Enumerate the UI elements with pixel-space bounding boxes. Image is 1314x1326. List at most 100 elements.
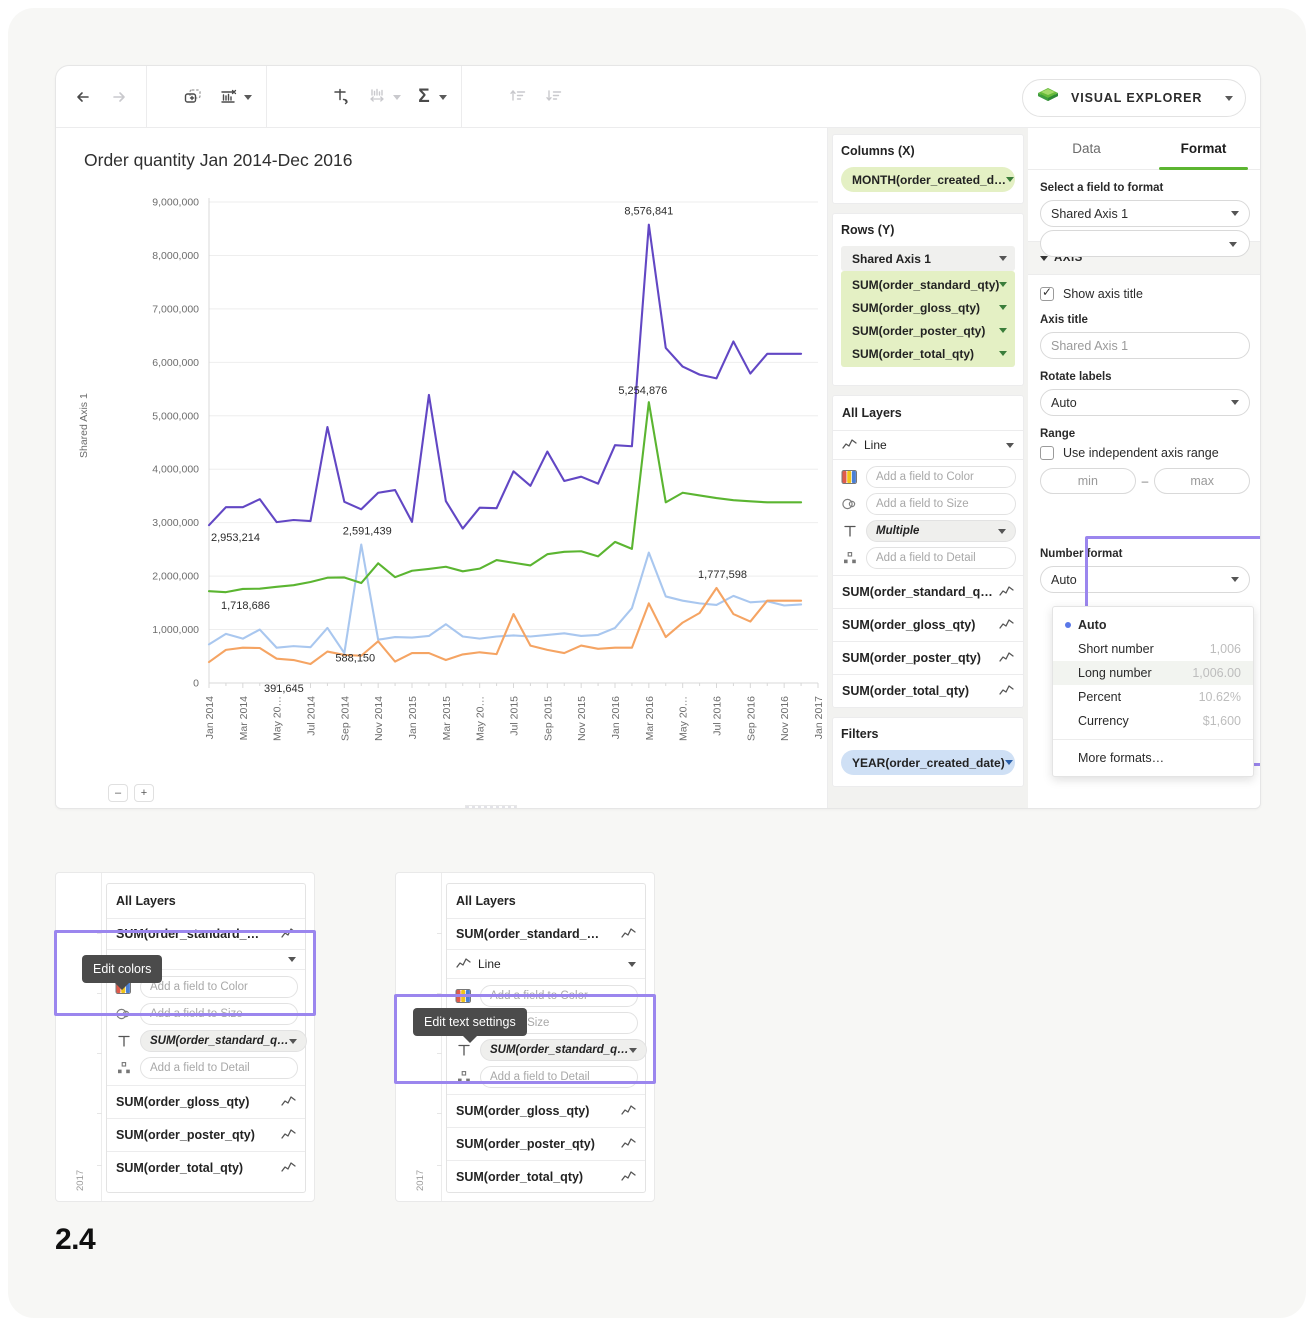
encoding-field-field[interactable]: Add a field to Color (480, 985, 638, 1007)
chevron-down-icon[interactable] (289, 1039, 297, 1044)
detail-squares-icon[interactable] (114, 1058, 134, 1078)
toolbar-group-layers (166, 66, 267, 128)
chevron-down-icon[interactable] (1005, 760, 1013, 765)
size-circles-icon[interactable] (840, 494, 860, 514)
rows-field-pill[interactable]: SUM(order_gloss_qty) (841, 296, 1015, 319)
brand-chevron-down-icon[interactable] (1225, 96, 1233, 101)
tab-format[interactable]: Format (1145, 128, 1261, 169)
chevron-down-icon[interactable] (999, 351, 1007, 356)
layer-item[interactable]: SUM(order_gloss_qty) (447, 1095, 645, 1128)
rows-field-pill[interactable]: SUM(order_poster_qty) (841, 319, 1015, 342)
svg-text:391,645: 391,645 (264, 683, 304, 695)
zoom-out-button[interactable]: – (108, 784, 128, 802)
layer-item[interactable]: SUM(order_poster_qty) (107, 1119, 305, 1152)
rows-field-pill[interactable]: SUM(order_total_qty) (841, 342, 1015, 365)
encoding-field-field[interactable]: SUM(order_standard_q… (480, 1039, 647, 1061)
horizontal-scrollbar[interactable] (465, 805, 517, 809)
remove-chart-chevron-down-icon[interactable] (244, 95, 252, 100)
mark-type-selector[interactable]: Line (833, 431, 1023, 460)
layer-item[interactable]: SUM(order_total_qty) (833, 675, 1023, 707)
svg-text:0: 0 (193, 678, 199, 690)
layer-item[interactable]: SUM(order_poster_qty) (833, 642, 1023, 675)
independent-range-checkbox[interactable]: Use independent axis range (1040, 446, 1250, 460)
menu-item-auto[interactable]: Auto (1053, 613, 1253, 637)
encoding-field-field[interactable]: Add a field to Color (140, 976, 298, 998)
chevron-down-icon[interactable] (998, 529, 1006, 534)
text-T-icon[interactable] (114, 1031, 134, 1051)
chevron-down-icon[interactable] (999, 256, 1007, 261)
chevron-down-icon[interactable] (999, 282, 1007, 287)
chevron-down-icon[interactable] (288, 957, 296, 962)
detail-squares-icon[interactable] (840, 548, 860, 568)
encoding-field-field[interactable]: Add a field to Detail (480, 1066, 638, 1088)
chevron-down-icon[interactable] (999, 305, 1007, 310)
menu-item-percent[interactable]: Percent10.62% (1053, 685, 1253, 709)
encoding-field-text[interactable]: Multiple (866, 520, 1016, 542)
svg-text:Nov 2014: Nov 2014 (373, 696, 385, 741)
distribute-chevron-down-icon[interactable] (393, 95, 401, 100)
chevron-down-icon[interactable] (1231, 577, 1239, 582)
sort-descending-icon[interactable] (538, 80, 572, 114)
forward-button[interactable] (102, 80, 136, 114)
range-max-input[interactable]: max (1154, 468, 1250, 494)
chevron-down-icon[interactable] (1006, 443, 1014, 448)
encoding-field-field[interactable]: SUM(order_standard_q… (140, 1030, 307, 1052)
encoding-field-detail[interactable]: Add a field to Detail (866, 547, 1016, 569)
chevron-down-icon[interactable] (1006, 177, 1014, 182)
chevron-down-icon[interactable] (628, 962, 636, 967)
sort-ascending-icon[interactable] (502, 80, 536, 114)
rows-field-pill[interactable]: SUM(order_standard_qty) (841, 273, 1015, 296)
text-T-icon[interactable] (454, 1040, 474, 1060)
detail-squares-icon[interactable] (454, 1067, 474, 1087)
brand-chip[interactable]: VISUAL EXPLORER (1022, 79, 1246, 117)
axis-title-input[interactable]: Shared Axis 1 (1040, 332, 1250, 359)
color-palette-icon[interactable] (454, 986, 474, 1006)
number-format-dropdown[interactable]: Auto (1040, 566, 1250, 593)
layer-item[interactable]: SUM(order_poster_qty) (447, 1128, 645, 1161)
chevron-down-icon[interactable] (629, 1048, 637, 1053)
swap-axes-icon[interactable] (325, 80, 359, 114)
layer-item[interactable]: SUM(order_gloss_qty) (107, 1086, 305, 1119)
menu-item-long-number[interactable]: Long number1,006.00 (1053, 661, 1253, 685)
back-button[interactable] (66, 80, 100, 114)
callout-left-layer-row[interactable]: SUM(order_standard_… (107, 919, 305, 950)
filter-field-pill[interactable]: YEAR(order_created_date) (841, 750, 1015, 775)
encoding-field-field[interactable]: Add a field to Detail (140, 1057, 298, 1079)
chevron-down-icon[interactable] (1231, 400, 1239, 405)
layer-item[interactable]: SUM(order_gloss_qty) (833, 609, 1023, 642)
layer-item[interactable]: SUM(order_standard_q… (833, 576, 1023, 609)
zoom-in-button[interactable]: + (134, 784, 154, 802)
select-field-dropdown[interactable]: Shared Axis 1 (1040, 200, 1250, 227)
number-format-label: Number format (1040, 548, 1250, 560)
remove-chart-icon[interactable] (212, 80, 246, 114)
chevron-down-icon[interactable] (999, 328, 1007, 333)
show-axis-title-checkbox[interactable]: Show axis title (1040, 287, 1250, 301)
background-dropdown[interactable] (1040, 230, 1250, 257)
svg-text:Jan 2016: Jan 2016 (610, 696, 622, 739)
chevron-down-icon[interactable] (1229, 242, 1237, 247)
rotate-labels-dropdown[interactable]: Auto (1040, 389, 1250, 416)
encoding-field-color[interactable]: Add a field to Color (866, 466, 1016, 488)
aggregate-chevron-down-icon[interactable] (439, 95, 447, 100)
tab-data[interactable]: Data (1028, 128, 1145, 169)
distribute-icon[interactable] (361, 80, 395, 114)
sigma-icon[interactable]: Σ (407, 80, 441, 114)
color-palette-icon[interactable] (840, 467, 860, 487)
columns-field-pill[interactable]: MONTH(order_created_d… (841, 167, 1015, 192)
chevron-down-icon[interactable] (1231, 211, 1239, 216)
encoding-field-field[interactable]: Add a field to Size (140, 1003, 298, 1025)
range-min-input[interactable]: min (1040, 468, 1136, 494)
layer-item[interactable]: SUM(order_total_qty) (447, 1161, 645, 1193)
add-layer-icon[interactable] (176, 80, 210, 114)
menu-item-more-formats[interactable]: More formats… (1053, 746, 1253, 770)
text-T-icon[interactable] (840, 521, 860, 541)
layer-item[interactable]: SUM(order_total_qty) (107, 1152, 305, 1184)
shared-axis-pill[interactable]: Shared Axis 1 (841, 246, 1015, 271)
menu-item-example: 10.62% (1199, 690, 1241, 704)
size-circles-icon[interactable] (114, 1004, 134, 1024)
menu-item-short-number[interactable]: Short number1,006 (1053, 637, 1253, 661)
menu-item-currency[interactable]: Currency$1,600 (1053, 709, 1253, 733)
callout-right-layer-row[interactable]: SUM(order_standard_… (447, 919, 645, 950)
callout-right-mark-selector[interactable]: Line (447, 950, 645, 979)
encoding-field-size[interactable]: Add a field to Size (866, 493, 1016, 515)
